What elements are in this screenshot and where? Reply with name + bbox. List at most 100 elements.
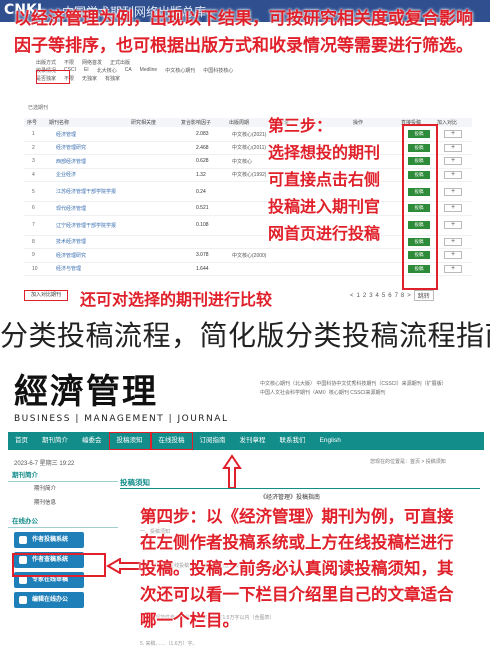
button-label: 编辑在线办公	[32, 597, 69, 603]
main-section-title: 投稿须知	[120, 478, 150, 487]
pager-page[interactable]: 2	[363, 293, 366, 299]
compare-annotation: 还可对选择的期刊进行比较	[80, 290, 273, 309]
journal-name-link[interactable]: 江苏经济管理干部学院学报	[38, 188, 138, 195]
step3-line: 选择想投的期刊	[268, 143, 381, 162]
pager-page[interactable]: 4	[376, 293, 379, 299]
sidebar-item[interactable]: 期刊简介	[8, 482, 118, 496]
filter-row[interactable]: 出版方式 不限 网络首发 正式出版	[36, 58, 476, 66]
pagination: < 1 2 3 4 5 6 7 8 > 跳转	[350, 290, 434, 301]
journal-english-title: BUSINESS | MANAGEMENT | JOURNAL	[14, 414, 229, 424]
article-heading: 分类投稿流程，简化版分类投稿流程指南	[0, 319, 490, 352]
filter-option[interactable]: CA	[125, 67, 132, 73]
pager-page[interactable]: 1	[357, 293, 360, 299]
row-number: 7	[32, 222, 35, 228]
journal-name-link[interactable]: 技术经济管理	[38, 238, 138, 245]
journal-name-link[interactable]: 辽宁经济管理干部学院学报	[38, 222, 138, 229]
filter-option[interactable]: Medline	[140, 67, 158, 73]
filter-option[interactable]: EI	[84, 67, 89, 73]
left-sidebar: 期刊简介 期刊简介 期刊信息 在线办公 作者投稿系统 作者查稿系统 专家在线审稿…	[8, 470, 118, 608]
user-icon	[19, 576, 27, 584]
filter-option[interactable]: 中国科技核心	[203, 67, 233, 74]
row-number: 6	[32, 205, 35, 212]
filter-option[interactable]: 北大核心	[97, 67, 117, 74]
filter-row[interactable]: 是否独家 不限 无独家 有独家	[36, 74, 476, 82]
journal-name-link[interactable]: 经济与管理	[38, 265, 138, 272]
journal-name-link[interactable]: 企业经济	[38, 171, 138, 178]
filter-row[interactable]: 收录情况 CSCI EI 北大核心 CA Medline 中文核心期刊 中国科技…	[36, 66, 476, 74]
step4-line: 次还可以看一下栏目介绍里自己的文章适合	[140, 585, 454, 604]
nav-subscription[interactable]: 订阅指南	[193, 432, 233, 450]
pager-page[interactable]: 7	[395, 293, 398, 299]
journal-name-link[interactable]: 现代经济管理	[38, 205, 138, 212]
pager-page[interactable]: 3	[369, 293, 372, 299]
step3-line: 网首页进行投稿	[268, 224, 381, 243]
nav-contact[interactable]: 联系我们	[273, 432, 313, 450]
section-title-office: 在线办公	[8, 516, 118, 528]
guide-title: 《经济管理》投稿指南	[260, 495, 321, 501]
step3-line: 第三步：	[268, 116, 333, 135]
nav-english[interactable]: English	[313, 432, 348, 450]
impact-factor: 2.468	[196, 144, 209, 151]
filter-option[interactable]: 不限	[64, 59, 74, 66]
submission-button-highlight	[12, 553, 106, 577]
impact-factor: 0.521	[196, 205, 209, 212]
filter-option[interactable]: 有独家	[105, 75, 120, 82]
sidebar-item[interactable]: 期刊信息	[8, 496, 118, 510]
arrow-up-icon	[222, 454, 242, 489]
info-line: 中文核心期刊（北大版） 中国科协中文优秀科技期刊（CSSCI）来源期刊（扩展版）	[260, 381, 447, 387]
add-compare-button[interactable]: +	[444, 143, 462, 152]
add-compare-button[interactable]: +	[444, 130, 462, 139]
impact-factor: 3.078	[196, 252, 209, 259]
nav-about[interactable]: 期刊简介	[35, 432, 75, 450]
col-header[interactable]: 期刊名称	[46, 119, 128, 126]
journal-name-link[interactable]: 经济管理研究	[38, 144, 138, 151]
add-compare-button[interactable]: +	[444, 157, 462, 166]
add-compare-button[interactable]: +	[444, 264, 462, 273]
col-header[interactable]: 研究相关度	[128, 119, 178, 126]
add-compare-button[interactable]: +	[444, 237, 462, 246]
compare-journals-button[interactable]: 加入对比期刊	[24, 290, 68, 301]
nav-submission-guide[interactable]: 投稿须知	[108, 432, 151, 450]
journal-name-link[interactable]: 经济管理研究	[38, 252, 138, 259]
add-compare-button[interactable]: +	[444, 221, 462, 229]
nav-online-submission[interactable]: 在线投稿	[150, 432, 193, 450]
filter-option[interactable]: 网络首发	[82, 59, 102, 66]
impact-factor: 0.108	[196, 222, 209, 228]
pager-page[interactable]: 6	[388, 293, 391, 299]
button-label: 专家在线审稿	[32, 577, 69, 583]
masthead-info: 中文核心期刊（北大版） 中国科协中文优秀科技期刊（CSSCI）来源期刊（扩展版）…	[260, 380, 480, 398]
add-compare-button[interactable]: +	[444, 170, 462, 179]
filter-option[interactable]: 中文核心期刊	[165, 67, 195, 74]
journal-name-link[interactable]: 经济管理	[38, 131, 138, 138]
editor-office-button[interactable]: 编辑在线办公	[14, 592, 84, 608]
filter-option[interactable]: 正式出版	[110, 59, 130, 66]
step4-annotation: 第四步：以《经济管理》期刊为例，可直接 在左侧作者投稿系统或上方在线投稿栏进行 …	[140, 504, 480, 634]
pager-next[interactable]: >	[407, 293, 411, 299]
filter-label: 出版方式	[36, 59, 57, 66]
journal-logo: 經濟管理	[14, 372, 158, 412]
step4-line: 在左侧作者投稿系统或上方在线投稿栏进行	[140, 533, 454, 552]
info-line: 中国人文社会科学期刊（AMI）核心期刊 CSSCI来源期刊	[260, 390, 386, 396]
author-submission-button[interactable]: 作者投稿系统	[14, 532, 84, 548]
button-label: 作者投稿系统	[32, 537, 69, 543]
step3-annotation: 第三步： 选择想投的期刊 可直接点击右侧 投稿进入期刊官 网首页进行投稿	[268, 112, 418, 247]
journal-name-link[interactable]: 西部经济管理	[38, 158, 138, 165]
main-nav: 首页 期刊简介 编委会 投稿须知 在线投稿 订阅指南 发刊章程 联系我们 Eng…	[8, 432, 484, 450]
index-status: 中文核心	[232, 158, 253, 165]
nav-home[interactable]: 首页	[8, 432, 35, 450]
add-compare-button[interactable]: +	[444, 187, 462, 196]
nav-charter[interactable]: 发刊章程	[233, 432, 273, 450]
journal-site-screenshot: 經濟管理 BUSINESS | MANAGEMENT | JOURNAL 中文核…	[0, 362, 490, 651]
add-compare-button[interactable]: +	[444, 204, 462, 213]
pager-prev[interactable]: <	[350, 293, 354, 299]
filter-option[interactable]: 无独家	[82, 75, 97, 82]
nav-editorial-board[interactable]: 编委会	[75, 432, 109, 450]
pencil-icon	[19, 596, 27, 604]
col-header[interactable]: 复合影响因子	[178, 119, 226, 126]
pager-page[interactable]: 5	[382, 293, 385, 299]
row-number: 8	[32, 238, 35, 245]
add-compare-button[interactable]: +	[444, 251, 462, 260]
step4-line: 第四步：以《经济管理》期刊为例，可直接	[140, 507, 454, 526]
pager-jump-button[interactable]: 跳转	[413, 290, 434, 301]
pager-page[interactable]: 8	[401, 293, 404, 299]
